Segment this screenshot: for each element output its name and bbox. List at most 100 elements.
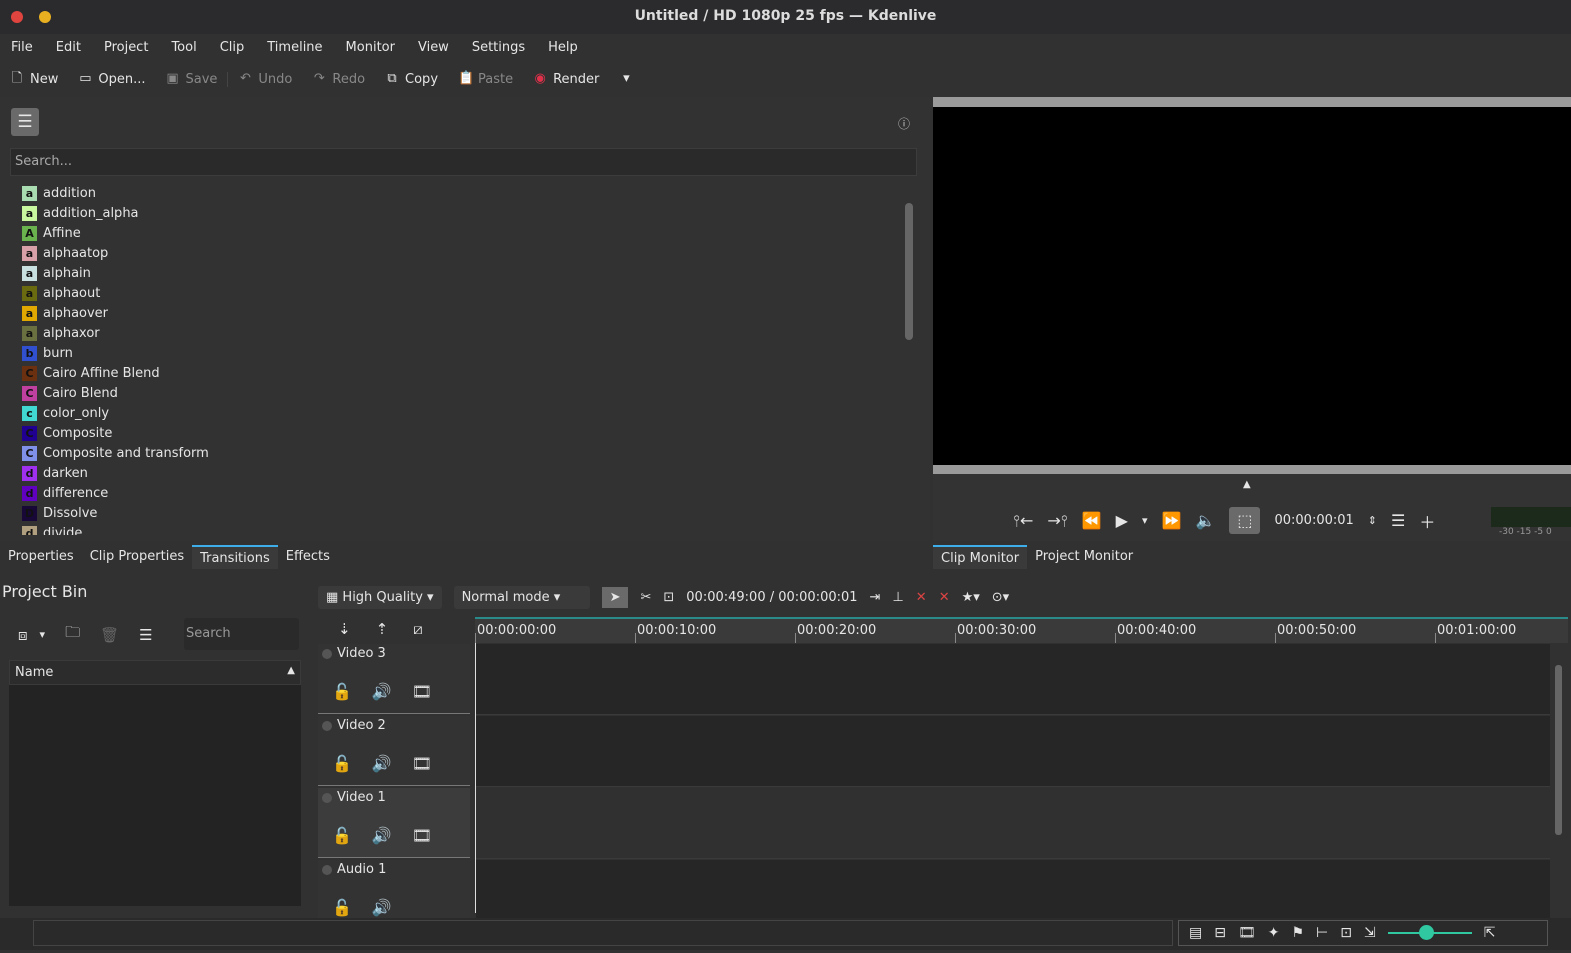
transition-item[interactable]: a alphaxor (22, 323, 892, 343)
hide-video-icon[interactable]: 🎞 (412, 682, 432, 701)
render-button[interactable]: ◉ Render (523, 72, 609, 87)
tab-transitions[interactable]: Transitions (192, 545, 278, 569)
track-name[interactable]: Video 1 (337, 790, 386, 805)
tab-properties[interactable]: Properties (0, 545, 82, 569)
lock-icon[interactable]: 🔓 (332, 682, 352, 701)
razor-tool-icon[interactable]: ✂ (640, 590, 651, 605)
transition-item[interactable]: a alphain (22, 263, 892, 283)
overwrite-icon[interactable]: ⊥ (892, 590, 903, 605)
transition-item[interactable]: d difference (22, 483, 892, 503)
menu-edit[interactable]: Edit (45, 36, 93, 60)
delete-icon[interactable]: 🗑 (100, 626, 119, 644)
transition-item[interactable]: C Composite and transform (22, 443, 892, 463)
forward-icon[interactable]: ⏩ (1162, 511, 1182, 530)
zoom-out-icon[interactable]: ⇲ (1364, 925, 1376, 941)
bin-clip-list[interactable] (9, 685, 301, 906)
redo-button[interactable]: ↷ Redo (302, 72, 375, 87)
menu-timeline[interactable]: Timeline (256, 36, 334, 60)
transition-item[interactable]: a alphaover (22, 303, 892, 323)
show-markers-icon[interactable]: ⊟ (1214, 925, 1226, 941)
timeline-scrollbar[interactable] (1555, 665, 1562, 835)
save-button[interactable]: ▣ Save (155, 72, 227, 87)
insert-icon[interactable]: ⇥ (870, 590, 881, 605)
transition-item[interactable]: D Dissolve (22, 503, 892, 523)
toolbar-more-button[interactable]: ▾ (609, 72, 643, 86)
video-thumbnails-icon[interactable]: 🎞 (1238, 925, 1256, 941)
spacer-tool-icon[interactable]: ⊡ (663, 590, 674, 605)
transition-item[interactable]: A Affine (22, 223, 892, 243)
track-header[interactable]: Video 1 🔓 🔊 🎞 (318, 788, 470, 858)
mute-audio-icon[interactable]: 🔊 (372, 754, 392, 773)
timecode-spinner-icon[interactable]: ⇕ (1368, 514, 1377, 527)
add-marker-icon[interactable]: ＋ (1419, 509, 1435, 533)
show-thumbnails-icon[interactable]: ▤ (1189, 925, 1202, 941)
lift-icon[interactable]: ✕ (916, 590, 927, 605)
audio-thumbnails-icon[interactable]: ⧄ (413, 620, 423, 640)
chevron-down-icon[interactable]: ▾ (40, 628, 46, 641)
snap-icon[interactable]: ⊢ (1316, 925, 1328, 941)
list-view-icon[interactable]: ☰ (11, 108, 39, 136)
menu-file[interactable]: File (0, 36, 45, 60)
transition-item[interactable]: b burn (22, 343, 892, 363)
timeline-ruler[interactable]: 00:00:00:00 00:00:10:00 00:00:20:00 00:00:3… (475, 617, 1568, 643)
edit-mode-select[interactable]: Normal mode ▾ (453, 585, 590, 609)
zoom-slider-handle[interactable] (1418, 925, 1434, 940)
track-name[interactable]: Audio 1 (337, 862, 386, 877)
flag-icon[interactable]: ⚑ (1291, 925, 1304, 941)
hide-video-icon[interactable]: 🎞 (412, 826, 432, 845)
menu-settings[interactable]: Settings (461, 36, 537, 60)
monitor-menu-icon[interactable]: ☰ (1391, 511, 1405, 530)
menu-help[interactable]: Help (537, 36, 590, 60)
quality-select[interactable]: ▦ High Quality ▾ (318, 585, 442, 609)
selection-tool-icon[interactable]: ➤ (601, 586, 629, 608)
tab-clip-monitor[interactable]: Clip Monitor (933, 545, 1028, 569)
mute-audio-icon[interactable]: 🔊 (372, 826, 392, 845)
menu-clip[interactable]: Clip (209, 36, 257, 60)
paste-button[interactable]: 📋 Paste (448, 72, 523, 87)
track-active-icon[interactable] (322, 721, 332, 731)
monitor-timecode[interactable]: 00:00:00:01 (1274, 513, 1353, 528)
tab-clip-properties[interactable]: Clip Properties (82, 545, 192, 569)
zoom-slider[interactable] (1387, 925, 1472, 940)
copy-button[interactable]: ⧉ Copy (375, 72, 448, 87)
transition-item[interactable]: d divide (22, 523, 892, 535)
audio-waveform-icon[interactable]: ✦ (1268, 925, 1280, 941)
track-lane[interactable] (476, 788, 1550, 859)
mute-audio-icon[interactable]: 🔊 (372, 898, 392, 917)
track-active-icon[interactable] (322, 649, 332, 659)
transition-item[interactable]: a alphaatop (22, 243, 892, 263)
add-clip-icon[interactable]: ⧈ (18, 626, 28, 644)
timeline-position[interactable]: 00:00:49:00 / 00:00:00:01 (686, 590, 857, 605)
open-button[interactable]: ▭ Open... (68, 72, 155, 87)
extract-icon[interactable]: ✕ (939, 590, 950, 605)
set-in-point-icon[interactable]: ⫯← (1013, 511, 1033, 531)
monitor-video-area[interactable] (933, 107, 1571, 465)
favorite-star-icon[interactable]: ★▾ (962, 590, 980, 605)
play-icon[interactable]: ▶ (1116, 511, 1128, 530)
track-header[interactable]: Video 3 🔓 🔊 🎞 (318, 644, 470, 714)
lock-icon[interactable]: 🔓 (332, 826, 352, 845)
rewind-icon[interactable]: ⏪ (1082, 511, 1102, 530)
undo-button[interactable]: ↶ Undo (227, 71, 302, 87)
track-active-icon[interactable] (322, 793, 332, 803)
fit-zoom-icon[interactable]: ⊡ (1340, 925, 1352, 941)
lock-icon[interactable]: 🔓 (332, 898, 352, 917)
menu-tool[interactable]: Tool (160, 36, 208, 60)
mute-audio-icon[interactable]: 🔊 (372, 682, 392, 701)
volume-icon[interactable]: 🔈 (1195, 511, 1215, 530)
transitions-search-input[interactable]: Search... (10, 148, 917, 176)
transitions-scrollbar[interactable] (905, 203, 913, 340)
track-active-icon[interactable] (322, 865, 332, 875)
record-audio-icon[interactable]: ⊙▾ (992, 590, 1009, 605)
track-header[interactable]: Video 2 🔓 🔊 🎞 (318, 716, 470, 786)
zoom-in-icon[interactable]: ⇱ (1484, 925, 1496, 941)
new-button[interactable]: 🗋 New (0, 72, 68, 87)
expand-tracks-icon[interactable]: ⇡ (376, 620, 389, 640)
transition-item[interactable]: c color_only (22, 403, 892, 423)
transition-item[interactable]: C Cairo Affine Blend (22, 363, 892, 383)
zone-select-icon[interactable]: ⬚ (1229, 507, 1261, 534)
add-folder-icon[interactable]: 🗀 (65, 622, 80, 647)
collapse-tracks-icon[interactable]: ⇣ (338, 620, 351, 640)
menu-view[interactable]: View (407, 36, 461, 60)
menu-monitor[interactable]: Monitor (335, 36, 407, 60)
